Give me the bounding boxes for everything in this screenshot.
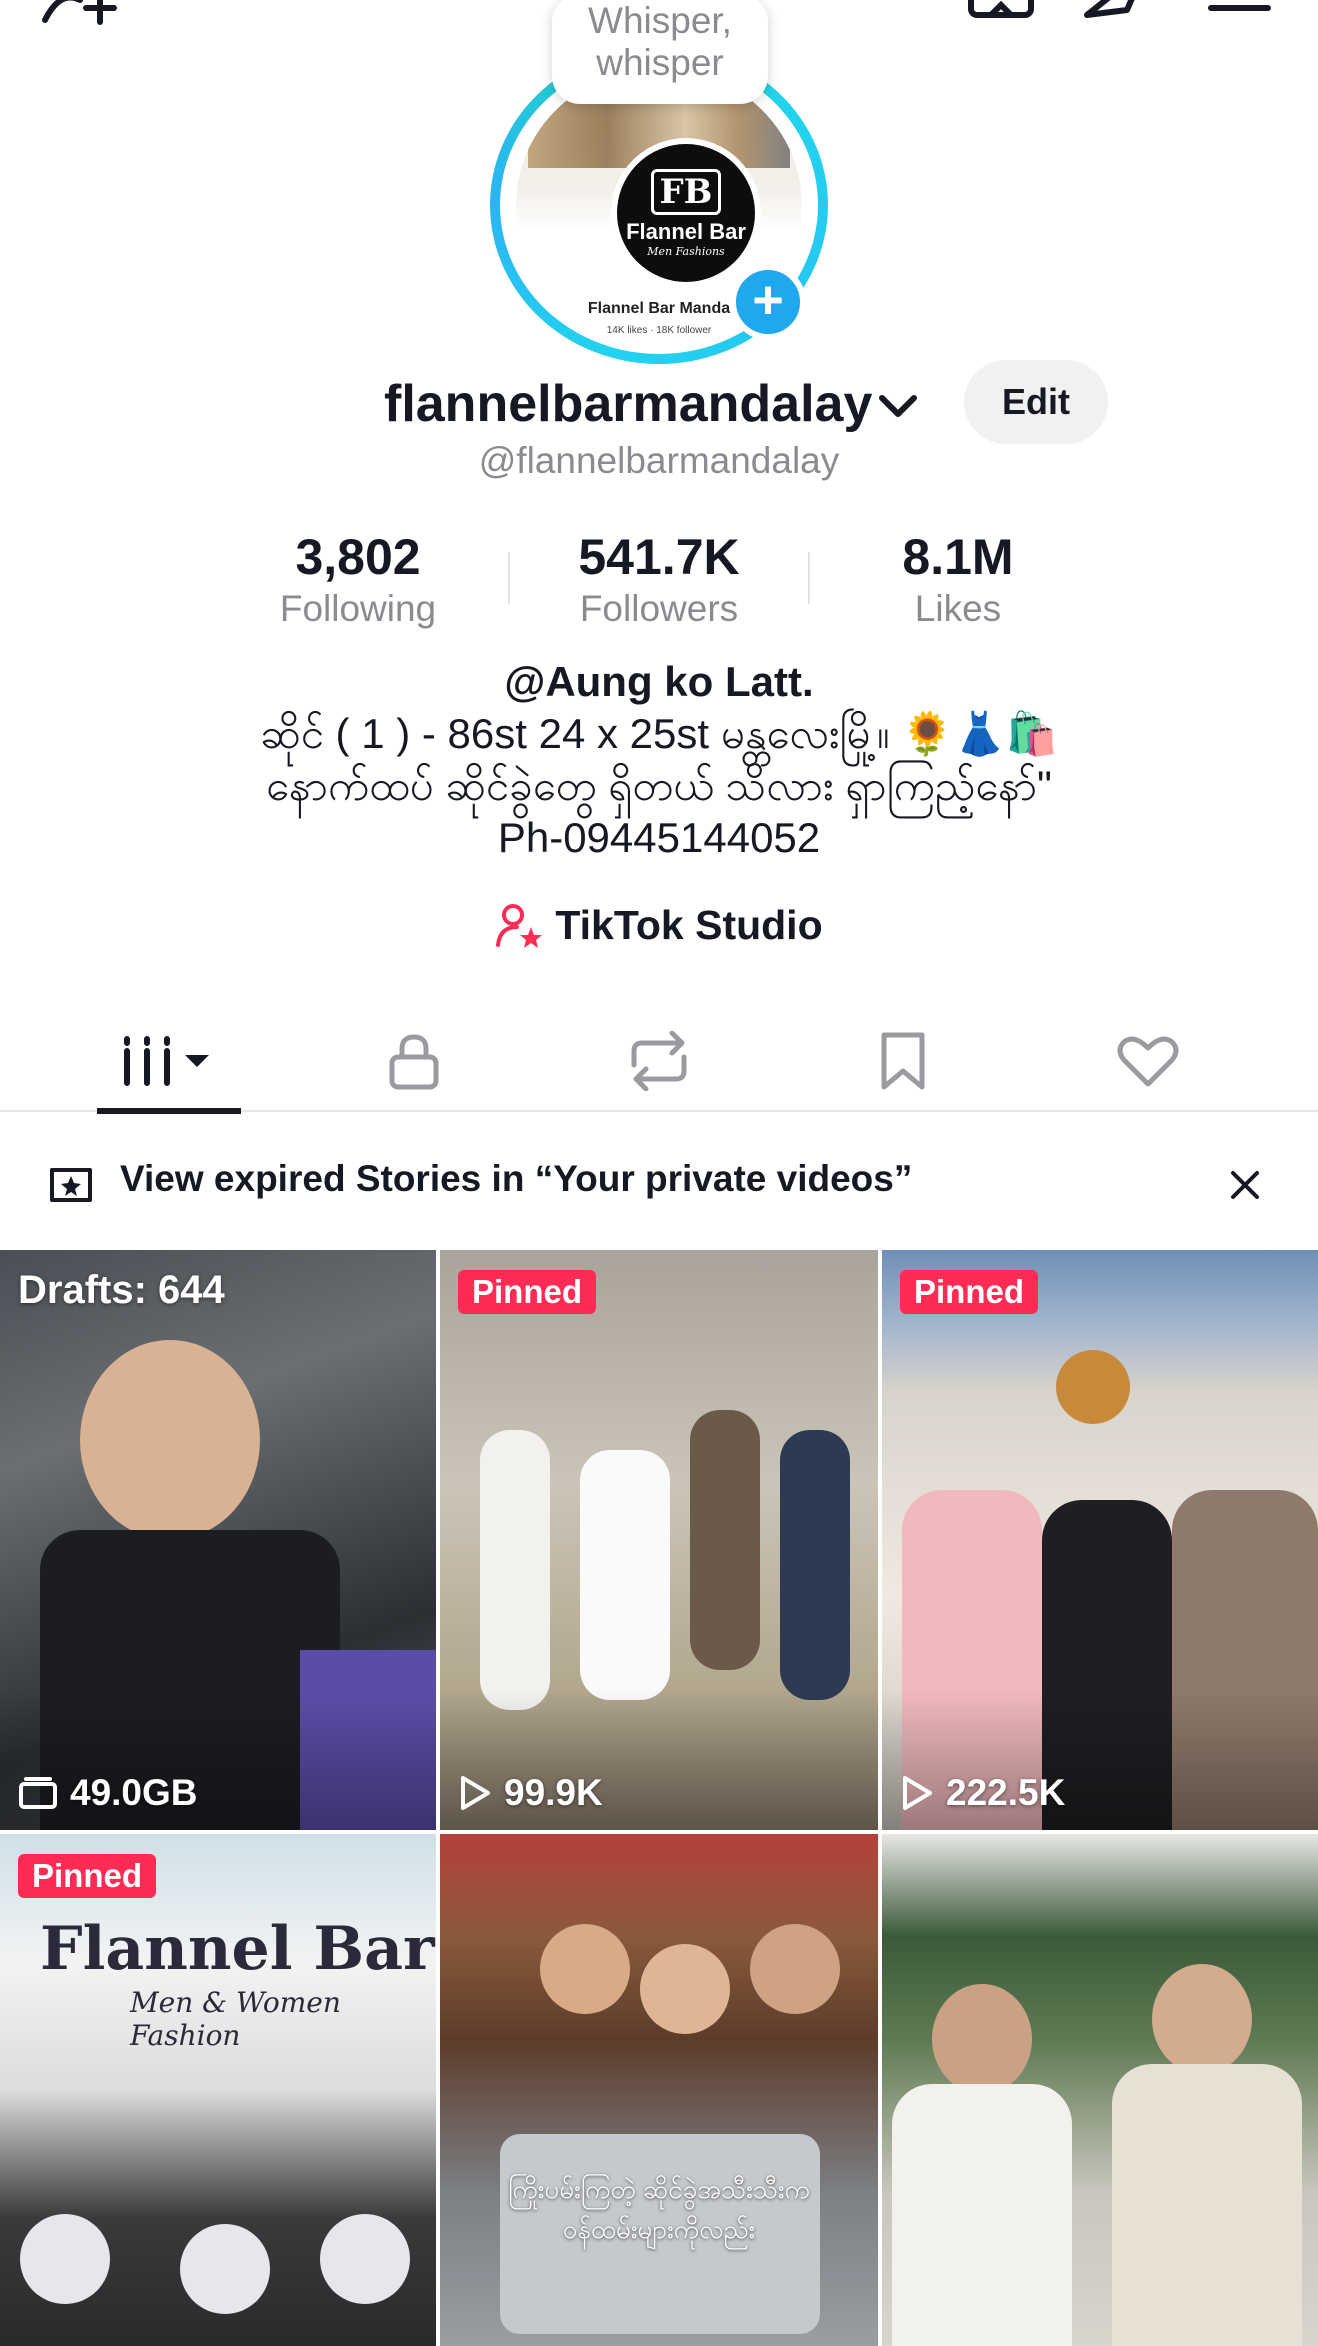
- tab-liked[interactable]: [1026, 1010, 1270, 1112]
- note-bubble[interactable]: Whisper, whisper: [552, 0, 768, 104]
- bio-mention[interactable]: @Aung ko Latt.: [0, 656, 1318, 708]
- lock-icon: [389, 1034, 439, 1090]
- add-friend-icon[interactable]: [40, 0, 120, 30]
- video-meta: 222.5K: [900, 1772, 1065, 1814]
- pinned-badge: Pinned: [458, 1270, 597, 1314]
- bookmark-icon: [881, 1032, 925, 1090]
- tab-videos[interactable]: [47, 1010, 291, 1114]
- add-story-button[interactable]: +: [730, 264, 806, 340]
- video-caption: ဝန်ထမ်းများကိုလည်း: [562, 2214, 756, 2244]
- video-caption: ကြိုးပမ်းကြတဲ့ ဆိုင်ခွဲအသီးသီးက: [507, 2174, 810, 2204]
- bio-line: ဆိုင် ( 1 ) - 86st 24 x 25st မန္တလေးမြို…: [259, 710, 1059, 757]
- stat-followers[interactable]: 541.7K Followers: [539, 526, 779, 630]
- close-icon[interactable]: [1228, 1168, 1262, 1202]
- edit-profile-button[interactable]: Edit: [964, 360, 1108, 444]
- video-thumbnail[interactable]: [882, 1834, 1318, 2346]
- tab-favorites[interactable]: [781, 1010, 1025, 1112]
- stat-likes[interactable]: 8.1M Likes: [838, 526, 1078, 630]
- profile-bio: @Aung ko Latt. ဆိုင် ( 1 ) - 86st 24 x 2…: [0, 656, 1318, 864]
- share-icon[interactable]: [1082, 0, 1152, 20]
- menu-icon[interactable]: [1206, 0, 1276, 20]
- play-icon: [461, 1776, 490, 1810]
- video-thumbnail[interactable]: Pinned 99.9K: [440, 1250, 878, 1830]
- bio-line: နောက်ထပ် ဆိုင်ခွဲတွေ ရှိတယ် သိလား ရှာကြည…: [266, 762, 1052, 809]
- pinned-badge: Pinned: [18, 1854, 157, 1898]
- chevron-down-icon[interactable]: [878, 392, 918, 420]
- name-row: flannelbarmandalay Edit: [0, 360, 1318, 450]
- story-plus-icon: [50, 1168, 92, 1202]
- storefront-subtitle: Men & Women Fashion: [130, 1986, 341, 2052]
- repost-icon: [631, 1031, 687, 1091]
- tab-private[interactable]: [292, 1010, 536, 1112]
- video-meta: 99.9K: [458, 1772, 603, 1814]
- profile-tabs: [0, 1010, 1318, 1114]
- creator-star-icon: [496, 903, 543, 948]
- heart-icon: [1117, 1036, 1179, 1087]
- tiktok-studio-link[interactable]: TikTok Studio: [0, 902, 1318, 962]
- video-thumbnail[interactable]: Drafts: 644 49.0GB: [0, 1250, 436, 1830]
- video-grid: Drafts: 644 49.0GB Pinned 99.9K Pinned 2…: [0, 1250, 1318, 2346]
- brand-logo: FB Flannel Bar Men Fashions: [611, 138, 761, 288]
- user-handle: @flannelbarmandalay: [478, 440, 840, 481]
- video-meta: 49.0GB: [18, 1772, 198, 1814]
- stat-following[interactable]: 3,802 Following: [238, 526, 478, 630]
- video-thumbnail[interactable]: Pinned 222.5K: [882, 1250, 1318, 1830]
- tab-reposts[interactable]: [537, 1010, 781, 1112]
- pinned-badge: Pinned: [900, 1270, 1039, 1314]
- username[interactable]: flannelbarmandalay: [384, 374, 872, 434]
- active-tab-indicator: [97, 1108, 241, 1114]
- expired-stories-banner[interactable]: View expired Stories in “Your private vi…: [0, 1140, 1318, 1224]
- video-thumbnail[interactable]: Flannel Bar Men & Women Fashion Pinned: [0, 1834, 436, 2346]
- drafts-count: Drafts: 644: [18, 1268, 225, 1312]
- bio-phone: Ph-09445144052: [497, 814, 821, 861]
- qr-icon[interactable]: [966, 0, 1036, 20]
- play-icon: [903, 1776, 932, 1810]
- profile-stats: 3,802 Following 541.7K Followers 8.1M Li…: [0, 526, 1318, 636]
- video-thumbnail[interactable]: ကြိုးပမ်းကြတဲ့ ဆိုင်ခွဲအသီးသီးက ဝန်ထမ်းမ…: [440, 1834, 878, 2346]
- storefront-sign: Flannel Bar: [40, 1914, 435, 1984]
- grid-bars-icon: [124, 1036, 209, 1086]
- drafts-folder-icon: [19, 1777, 57, 1809]
